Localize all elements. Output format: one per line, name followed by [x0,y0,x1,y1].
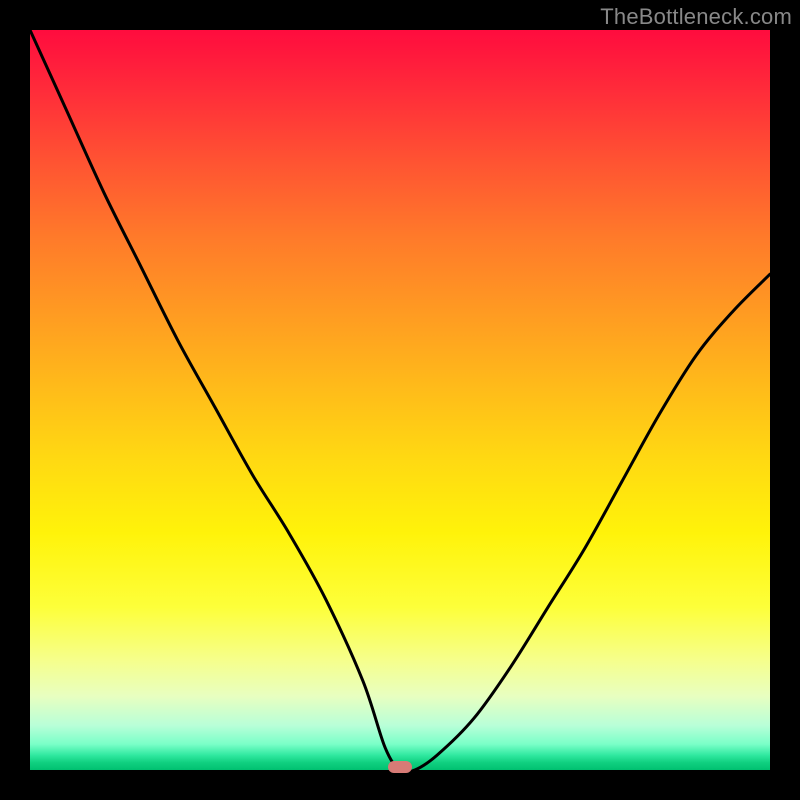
chart-frame: TheBottleneck.com [0,0,800,800]
watermark-text: TheBottleneck.com [600,4,792,30]
optimal-point-marker [388,761,412,773]
bottleneck-curve [30,30,770,770]
